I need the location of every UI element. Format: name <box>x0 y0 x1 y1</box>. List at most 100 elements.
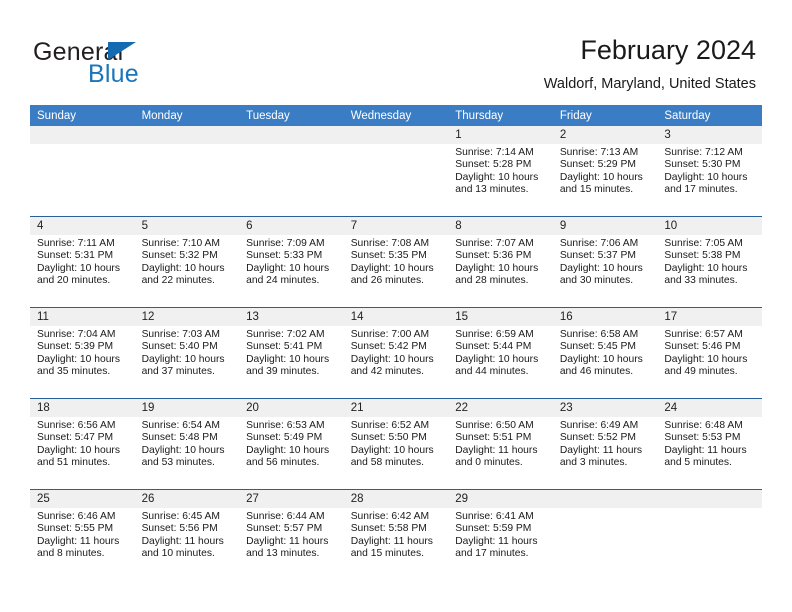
sunrise-text: Sunrise: 7:05 AM <box>664 238 743 249</box>
daylight-text-line2: and 5 minutes. <box>664 457 732 469</box>
calendar-day-cell: 25 Sunrise: 6:46 AM Sunset: 5:55 PM Dayligh… <box>30 489 135 580</box>
day-details: Sunrise: 6:56 AM Sunset: 5:47 PM Daylight:… <box>30 417 135 470</box>
day-cell[interactable]: 3 Sunrise: 7:12 AM Sunset: 5:30 PM Daylight… <box>657 126 762 216</box>
generalblue-logo[interactable]: General Blue <box>33 38 243 90</box>
calendar-day-cell: 6 Sunrise: 7:09 AM Sunset: 5:33 PM Daylight… <box>239 216 344 308</box>
calendar-day-cell: 1 Sunrise: 7:14 AM Sunset: 5:28 PM Daylight… <box>448 126 553 217</box>
daylight-text-line1: Daylight: 11 hours <box>664 444 747 456</box>
sunset-text: Sunset: 5:51 PM <box>455 432 532 444</box>
day-number: 29 <box>448 490 553 508</box>
calendar-day-cell <box>134 126 240 217</box>
day-cell[interactable]: 28 Sunrise: 6:42 AM Sunset: 5:58 PM Dayligh… <box>343 490 449 580</box>
day-cell[interactable]: 21 Sunrise: 6:52 AM Sunset: 5:50 PM Dayligh… <box>343 399 449 489</box>
calendar-day-cell: 2 Sunrise: 7:13 AM Sunset: 5:29 PM Daylight… <box>552 126 658 217</box>
day-cell[interactable]: 5 Sunrise: 7:10 AM Sunset: 5:32 PM Daylight… <box>134 217 240 307</box>
daylight-text-line1: Daylight: 10 hours <box>141 353 225 365</box>
calendar-day-cell: 17 Sunrise: 6:57 AM Sunset: 5:46 PM Dayligh… <box>657 307 762 399</box>
daylight-text-line2: and 49 minutes. <box>664 366 738 378</box>
sunrise-text: Sunrise: 7:14 AM <box>455 147 534 158</box>
sunrise-text: Sunrise: 7:08 AM <box>350 238 430 249</box>
day-details: Sunrise: 7:06 AM Sunset: 5:37 PM Daylight:… <box>553 235 658 288</box>
day-number: 27 <box>239 490 344 508</box>
day-cell[interactable]: 12 Sunrise: 7:03 AM Sunset: 5:40 PM Dayligh… <box>134 308 240 398</box>
sunrise-text: Sunrise: 7:00 AM <box>350 329 430 340</box>
day-cell[interactable]: 17 Sunrise: 6:57 AM Sunset: 5:46 PM Dayligh… <box>657 308 762 398</box>
day-cell[interactable]: 27 Sunrise: 6:44 AM Sunset: 5:57 PM Dayligh… <box>239 490 344 580</box>
day-cell[interactable]: 4 Sunrise: 7:11 AM Sunset: 5:31 PM Daylight… <box>30 217 135 307</box>
sunset-text: Sunset: 5:52 PM <box>559 432 636 444</box>
day-cell[interactable]: 7 Sunrise: 7:08 AM Sunset: 5:35 PM Daylight… <box>343 217 449 307</box>
daylight-text-line2: and 13 minutes. <box>246 548 320 560</box>
daylight-text-line1: Daylight: 10 hours <box>37 262 120 274</box>
sunset-text: Sunset: 5:40 PM <box>141 341 218 353</box>
sunrise-text: Sunrise: 7:07 AM <box>455 238 534 249</box>
day-cell[interactable]: 18 Sunrise: 6:56 AM Sunset: 5:47 PM Dayligh… <box>30 399 135 489</box>
day-details: Sunrise: 7:00 AM Sunset: 5:42 PM Daylight:… <box>344 326 449 379</box>
calendar-day-cell: 19 Sunrise: 6:54 AM Sunset: 5:48 PM Dayligh… <box>134 398 240 490</box>
day-cell[interactable]: 19 Sunrise: 6:54 AM Sunset: 5:48 PM Dayligh… <box>134 399 240 489</box>
calendar-day-cell: 20 Sunrise: 6:53 AM Sunset: 5:49 PM Dayligh… <box>239 398 344 490</box>
day-cell[interactable]: 16 Sunrise: 6:58 AM Sunset: 5:45 PM Dayligh… <box>552 308 658 398</box>
day-number: 28 <box>343 490 449 508</box>
day-details: Sunrise: 7:02 AM Sunset: 5:41 PM Daylight:… <box>239 326 344 379</box>
sunrise-text: Sunrise: 7:04 AM <box>37 329 116 340</box>
day-cell[interactable]: 25 Sunrise: 6:46 AM Sunset: 5:55 PM Dayligh… <box>30 490 135 580</box>
day-cell[interactable]: 15 Sunrise: 6:59 AM Sunset: 5:44 PM Dayligh… <box>448 308 553 398</box>
calendar-week-row: 4 Sunrise: 7:11 AM Sunset: 5:31 PM Daylight… <box>30 216 762 308</box>
day-cell[interactable]: 6 Sunrise: 7:09 AM Sunset: 5:33 PM Daylight… <box>239 217 344 307</box>
sunrise-text: Sunrise: 6:57 AM <box>664 329 743 340</box>
calendar-day-cell: 28 Sunrise: 6:42 AM Sunset: 5:58 PM Dayligh… <box>343 489 449 580</box>
daylight-text-line1: Daylight: 11 hours <box>559 444 643 456</box>
day-number: 7 <box>343 217 449 235</box>
calendar-day-cell: 7 Sunrise: 7:08 AM Sunset: 5:35 PM Daylight… <box>343 216 449 308</box>
sunset-text: Sunset: 5:28 PM <box>455 159 532 171</box>
day-details: Sunrise: 7:05 AM Sunset: 5:38 PM Daylight:… <box>657 235 762 288</box>
empty-day-cell <box>239 126 344 216</box>
day-number: 11 <box>30 308 135 326</box>
day-cell[interactable]: 2 Sunrise: 7:13 AM Sunset: 5:29 PM Daylight… <box>552 126 658 216</box>
day-cell[interactable]: 29 Sunrise: 6:41 AM Sunset: 5:59 PM Dayligh… <box>448 490 553 580</box>
sunset-text: Sunset: 5:46 PM <box>664 341 741 353</box>
daylight-text-line1: Daylight: 10 hours <box>350 262 434 274</box>
day-cell[interactable]: 20 Sunrise: 6:53 AM Sunset: 5:49 PM Dayligh… <box>239 399 344 489</box>
daylight-text-line2: and 39 minutes. <box>246 366 320 378</box>
day-number: 1 <box>448 126 553 144</box>
day-cell[interactable]: 11 Sunrise: 7:04 AM Sunset: 5:39 PM Dayligh… <box>30 308 135 398</box>
day-cell[interactable]: 14 Sunrise: 7:00 AM Sunset: 5:42 PM Dayligh… <box>343 308 449 398</box>
sunset-text: Sunset: 5:33 PM <box>246 250 323 262</box>
day-number: 6 <box>239 217 344 235</box>
day-cell[interactable]: 22 Sunrise: 6:50 AM Sunset: 5:51 PM Dayligh… <box>448 399 553 489</box>
calendar-day-cell: 15 Sunrise: 6:59 AM Sunset: 5:44 PM Dayligh… <box>448 307 553 399</box>
day-cell[interactable]: 26 Sunrise: 6:45 AM Sunset: 5:56 PM Dayligh… <box>134 490 240 580</box>
calendar-week-row: 11 Sunrise: 7:04 AM Sunset: 5:39 PM Dayligh… <box>30 307 762 399</box>
sunset-text: Sunset: 5:58 PM <box>350 523 427 535</box>
day-number: 23 <box>552 399 658 417</box>
daylight-text-line1: Daylight: 10 hours <box>141 262 225 274</box>
calendar-day-cell: 5 Sunrise: 7:10 AM Sunset: 5:32 PM Daylight… <box>134 216 240 308</box>
weekday-header-monday: Monday <box>134 105 240 126</box>
sunset-text: Sunset: 5:50 PM <box>350 432 427 444</box>
day-details: Sunrise: 6:59 AM Sunset: 5:44 PM Daylight:… <box>448 326 553 379</box>
weekday-header-tuesday: Tuesday <box>239 105 344 126</box>
day-cell[interactable]: 10 Sunrise: 7:05 AM Sunset: 5:38 PM Dayligh… <box>657 217 762 307</box>
day-cell[interactable]: 9 Sunrise: 7:06 AM Sunset: 5:37 PM Daylight… <box>552 217 658 307</box>
calendar-day-cell: 10 Sunrise: 7:05 AM Sunset: 5:38 PM Dayligh… <box>657 216 762 308</box>
daylight-text-line2: and 13 minutes. <box>455 184 529 196</box>
sunrise-text: Sunrise: 7:03 AM <box>141 329 220 340</box>
day-cell[interactable]: 24 Sunrise: 6:48 AM Sunset: 5:53 PM Dayligh… <box>657 399 762 489</box>
sunrise-text: Sunrise: 6:52 AM <box>350 420 430 431</box>
day-details: Sunrise: 7:08 AM Sunset: 5:35 PM Daylight:… <box>344 235 449 288</box>
day-number: 17 <box>657 308 762 326</box>
daylight-text-line2: and 51 minutes. <box>37 457 111 469</box>
day-number: 3 <box>657 126 762 144</box>
day-cell[interactable]: 8 Sunrise: 7:07 AM Sunset: 5:36 PM Daylight… <box>448 217 553 307</box>
sunset-text: Sunset: 5:39 PM <box>37 341 114 353</box>
day-cell[interactable]: 23 Sunrise: 6:49 AM Sunset: 5:52 PM Dayligh… <box>552 399 658 489</box>
sunset-text: Sunset: 5:31 PM <box>37 250 114 262</box>
sunset-text: Sunset: 5:32 PM <box>141 250 218 262</box>
calendar-day-cell: 27 Sunrise: 6:44 AM Sunset: 5:57 PM Dayligh… <box>239 489 344 580</box>
empty-day-cell <box>552 490 658 580</box>
day-cell[interactable]: 13 Sunrise: 7:02 AM Sunset: 5:41 PM Dayligh… <box>239 308 344 398</box>
day-cell[interactable]: 1 Sunrise: 7:14 AM Sunset: 5:28 PM Daylight… <box>448 126 553 216</box>
daylight-text-line1: Daylight: 10 hours <box>559 171 643 183</box>
